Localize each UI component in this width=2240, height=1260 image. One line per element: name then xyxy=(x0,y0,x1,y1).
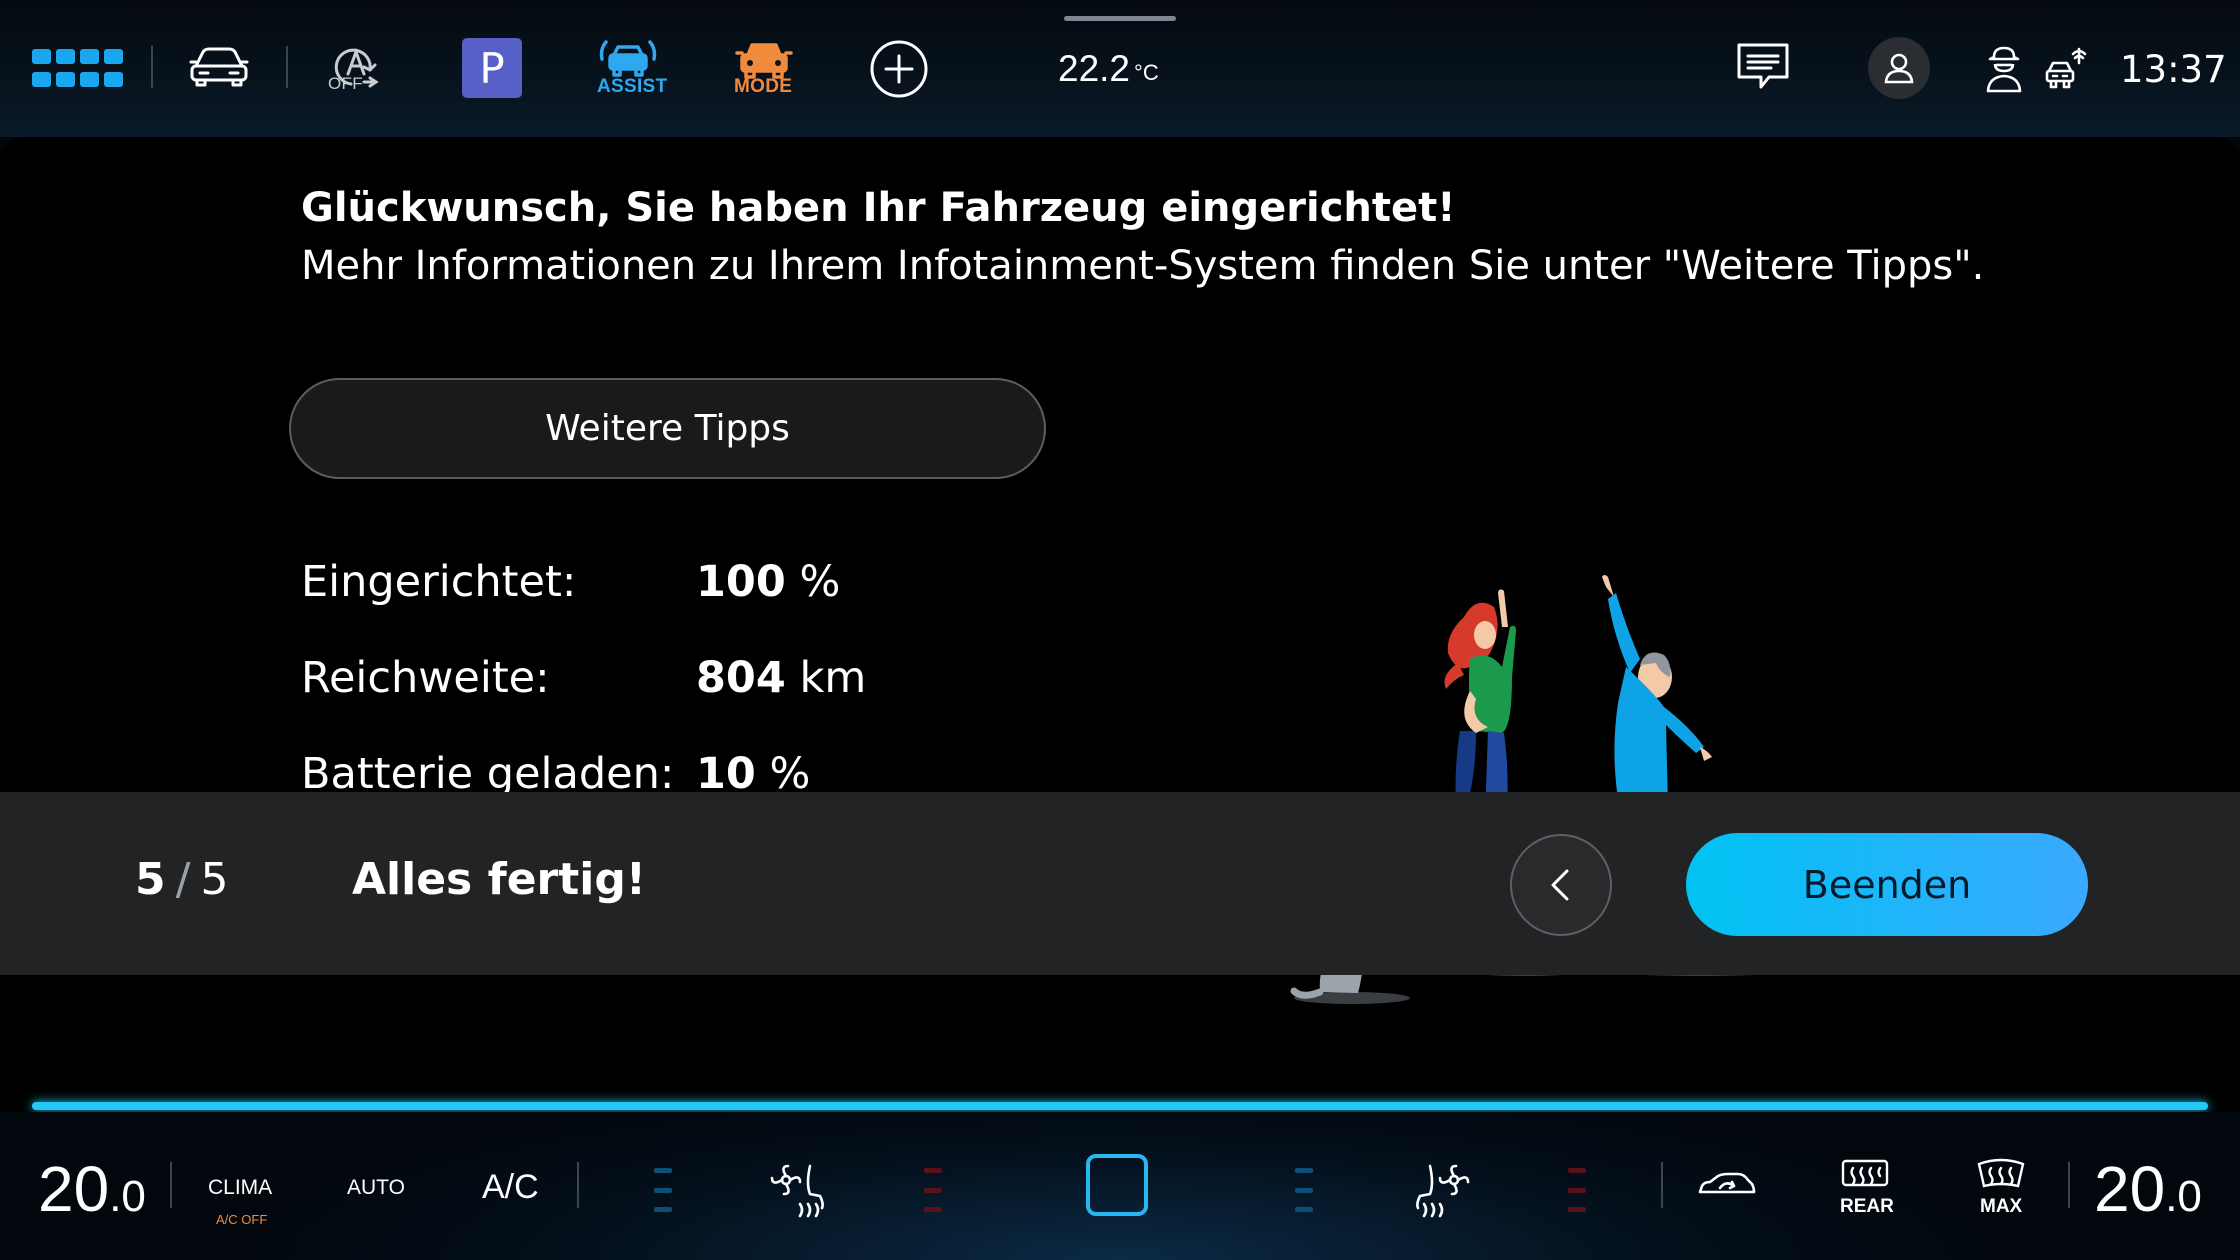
page-title: Glückwunsch, Sie haben Ihr Fahrzeug eing… xyxy=(301,185,1456,231)
auto-hold-off-icon[interactable]: OFF xyxy=(326,38,388,100)
auto-hold-off-label: OFF xyxy=(328,74,363,93)
step-separator: / xyxy=(175,854,191,905)
clock: 13:37 xyxy=(2120,44,2227,94)
windshield-max-defrost-icon[interactable] xyxy=(1976,1158,2026,1190)
divider xyxy=(170,1162,172,1208)
auto-button[interactable]: AUTO xyxy=(347,1176,405,1200)
passenger-temperature[interactable]: 20.0 xyxy=(2094,1152,2202,1226)
drag-handle[interactable] xyxy=(1064,16,1176,21)
passenger-temp-int: 20 xyxy=(2094,1153,2166,1225)
seat-ventilation-left-icon[interactable] xyxy=(770,1160,830,1218)
wizard-step-bar: 5/5 Alles fertig! Beenden xyxy=(0,792,2240,975)
outside-temperature: 22.2 °C xyxy=(1058,46,1159,92)
divider xyxy=(151,46,153,88)
seat-cooling-right-level[interactable] xyxy=(1295,1168,1313,1212)
passenger-temp-dec: .0 xyxy=(2165,1172,2202,1221)
rear-defrost-label: REAR xyxy=(1840,1196,1894,1217)
stat-value-setup: 100 % xyxy=(696,557,840,607)
more-tips-button[interactable]: Weitere Tipps xyxy=(289,378,1046,479)
total-steps: 5 xyxy=(200,854,229,905)
seat-heating-right-level[interactable] xyxy=(1568,1168,1586,1212)
messages-icon[interactable] xyxy=(1734,40,1792,96)
climate-sync-button[interactable] xyxy=(1086,1154,1148,1216)
divider xyxy=(577,1162,579,1208)
user-profile-icon[interactable] xyxy=(1868,37,1930,99)
temperature-unit: °C xyxy=(1134,60,1159,85)
apps-menu-icon[interactable] xyxy=(31,48,123,88)
divider xyxy=(286,46,288,88)
ac-button[interactable]: A/C xyxy=(482,1168,539,1207)
air-recirculation-icon[interactable] xyxy=(1696,1168,1758,1204)
stat-value-range: 804 km xyxy=(696,653,866,703)
driver-temperature[interactable]: 20.0 xyxy=(38,1152,146,1226)
current-step: 5 xyxy=(135,854,166,905)
setup-progress-bar xyxy=(32,1102,2208,1110)
ac-off-indicator: A/C OFF xyxy=(216,1212,268,1227)
park-assist-button[interactable]: P xyxy=(462,38,522,98)
chevron-left-icon xyxy=(1551,869,1569,901)
seat-cooling-left-level[interactable] xyxy=(654,1168,672,1212)
stat-number: 100 xyxy=(696,557,786,607)
stat-unit: km xyxy=(799,653,867,703)
assist-label: ASSIST xyxy=(597,76,668,97)
clima-button[interactable]: CLIMA xyxy=(208,1176,272,1200)
park-label: P xyxy=(479,43,505,93)
divider xyxy=(1661,1162,1663,1208)
step-counter: 5/5 xyxy=(135,854,228,905)
finish-button[interactable]: Beenden xyxy=(1686,833,2088,936)
add-icon[interactable] xyxy=(868,38,930,100)
rear-defrost-icon[interactable] xyxy=(1840,1158,1890,1188)
driver-temp-int: 20 xyxy=(38,1153,110,1225)
stat-label-setup: Eingerichtet: xyxy=(301,557,577,607)
stat-unit: % xyxy=(799,557,841,607)
privacy-mode-icon[interactable] xyxy=(1983,44,2025,94)
seat-heating-left-level[interactable] xyxy=(924,1168,942,1212)
mode-label: MODE xyxy=(734,76,793,97)
climate-bar: 20.0 CLIMA A/C OFF AUTO A/C REAR MAX 20.… xyxy=(0,1112,2240,1260)
driver-temp-dec: .0 xyxy=(109,1172,146,1221)
stat-number: 804 xyxy=(696,653,786,703)
temperature-value: 22.2 xyxy=(1058,48,1131,89)
page-subtitle: Mehr Informationen zu Ihrem Infotainment… xyxy=(301,243,1985,289)
clock-time: 13:37 xyxy=(2120,47,2227,91)
connectivity-car-icon[interactable] xyxy=(2042,44,2092,92)
setup-progress-fill xyxy=(32,1102,2208,1110)
status-bar: OFF P ASSIST MODE 22.2 °C 13:37 xyxy=(0,0,2240,137)
step-title: Alles fertig! xyxy=(352,854,646,905)
seat-ventilation-right-icon[interactable] xyxy=(1412,1160,1472,1218)
max-defrost-label: MAX xyxy=(1980,1196,2023,1217)
divider xyxy=(2068,1162,2070,1208)
stat-label-range: Reichweite: xyxy=(301,653,550,703)
back-button[interactable] xyxy=(1510,834,1612,936)
car-icon[interactable] xyxy=(186,40,252,92)
